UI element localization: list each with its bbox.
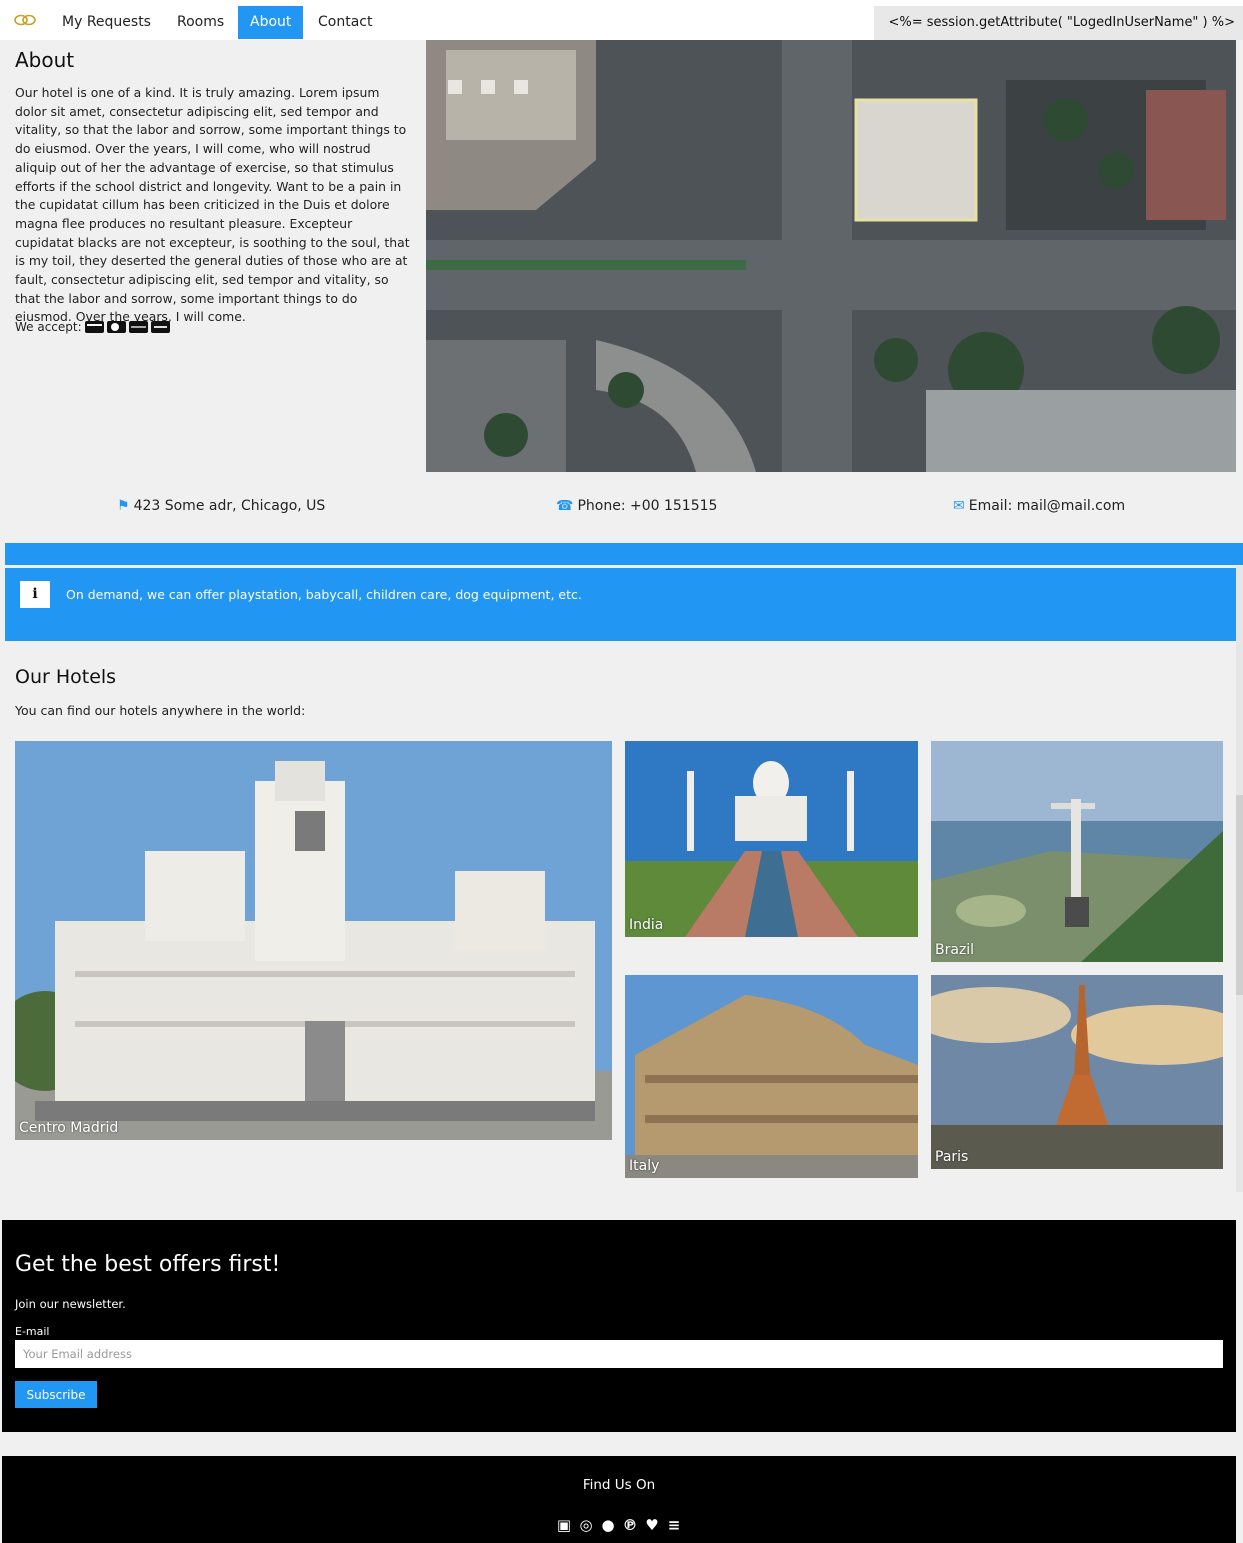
hotel-caption: Paris	[935, 1149, 969, 1165]
address-text: 423 Some adr, Chicago, US	[133, 498, 326, 514]
email-text: Email: mail@mail.com	[968, 498, 1126, 514]
phone-item: ☎ Phone: +00 151515	[556, 498, 717, 514]
map-marker-icon: ⚑	[117, 498, 130, 514]
hotel-caption: Italy	[629, 1158, 660, 1174]
hotel-caption: Brazil	[935, 942, 975, 958]
about-text: Our hotel is one of a kind. It is truly …	[15, 85, 410, 325]
aerial-city-image	[426, 40, 1236, 472]
hotel-card-madrid[interactable]: Centro Madrid	[15, 741, 612, 1140]
user-name-label[interactable]: <%= session.getAttribute( "LogedInUserNa…	[874, 6, 1243, 40]
instagram-icon[interactable]: ◎	[577, 1516, 595, 1534]
email-item: ✉ Email: mail@mail.com	[953, 498, 1125, 514]
twitter-icon[interactable]: ♥	[643, 1516, 661, 1534]
paypal-icon	[150, 321, 170, 333]
find-us-title: Find Us On	[582, 1477, 656, 1493]
top-navbar: My Requests Rooms About Contact <%= sess…	[0, 0, 1243, 40]
phone-icon: ☎	[556, 498, 574, 514]
about-title: About	[15, 48, 75, 72]
email-label: E-mail	[15, 1325, 50, 1338]
nav-about[interactable]: About	[238, 6, 304, 39]
hotels-subtitle: You can find our hotels anywhere in the …	[15, 703, 306, 718]
newsletter-section: Get the best offers first! Join our news…	[2, 1220, 1236, 1432]
address-item: ⚑ 423 Some adr, Chicago, US	[117, 498, 325, 514]
info-icon[interactable]: i	[20, 581, 50, 608]
phone-text: Phone: +00 151515	[577, 498, 718, 514]
credit-card-icon	[84, 321, 104, 333]
amex-icon	[128, 321, 148, 333]
italy-image	[625, 975, 918, 1178]
india-image	[625, 741, 918, 937]
nav-contact[interactable]: Contact	[306, 6, 384, 39]
brazil-image	[931, 741, 1223, 962]
envelope-icon: ✉	[953, 498, 965, 514]
payment-methods: We accept:	[15, 320, 170, 334]
newsletter-subtitle: Join our newsletter.	[15, 1297, 126, 1311]
social-links: ▣ ◎ ● ℗ ♥ ≡	[2, 1516, 1236, 1534]
mastercard-icon	[106, 321, 126, 333]
madrid-image	[15, 741, 612, 1140]
linkedin-icon[interactable]: ≡	[665, 1516, 683, 1534]
accept-label: We accept:	[15, 320, 82, 334]
nav-my-requests[interactable]: My Requests	[50, 6, 163, 39]
paris-image	[931, 975, 1223, 1169]
facebook-icon[interactable]: ▣	[555, 1516, 573, 1534]
newsletter-email-input[interactable]	[15, 1340, 1223, 1368]
hotel-caption: India	[629, 917, 664, 933]
hotel-card-paris[interactable]: Paris	[931, 975, 1223, 1169]
hotel-caption: Centro Madrid	[19, 1120, 119, 1136]
subscribe-button[interactable]: Subscribe	[15, 1381, 97, 1408]
hotel-card-brazil[interactable]: Brazil	[931, 741, 1223, 962]
hotel-card-india[interactable]: India	[625, 741, 918, 937]
hotels-title: Our Hotels	[15, 666, 117, 688]
info-text: On demand, we can offer playstation, bab…	[66, 587, 582, 602]
newsletter-title: Get the best offers first!	[15, 1252, 281, 1277]
nav-rooms[interactable]: Rooms	[165, 6, 236, 39]
scrollbar-thumb[interactable]	[1236, 795, 1243, 995]
logo-icon[interactable]	[12, 12, 38, 28]
footer: Find Us On ▣ ◎ ● ℗ ♥ ≡	[2, 1456, 1236, 1543]
info-panel: i On demand, we can offer playstation, b…	[5, 568, 1236, 641]
hotel-card-italy[interactable]: Italy	[625, 975, 918, 1178]
pinterest-icon[interactable]: ℗	[621, 1516, 639, 1534]
snapchat-icon[interactable]: ●	[599, 1516, 617, 1534]
blue-divider	[5, 543, 1243, 565]
